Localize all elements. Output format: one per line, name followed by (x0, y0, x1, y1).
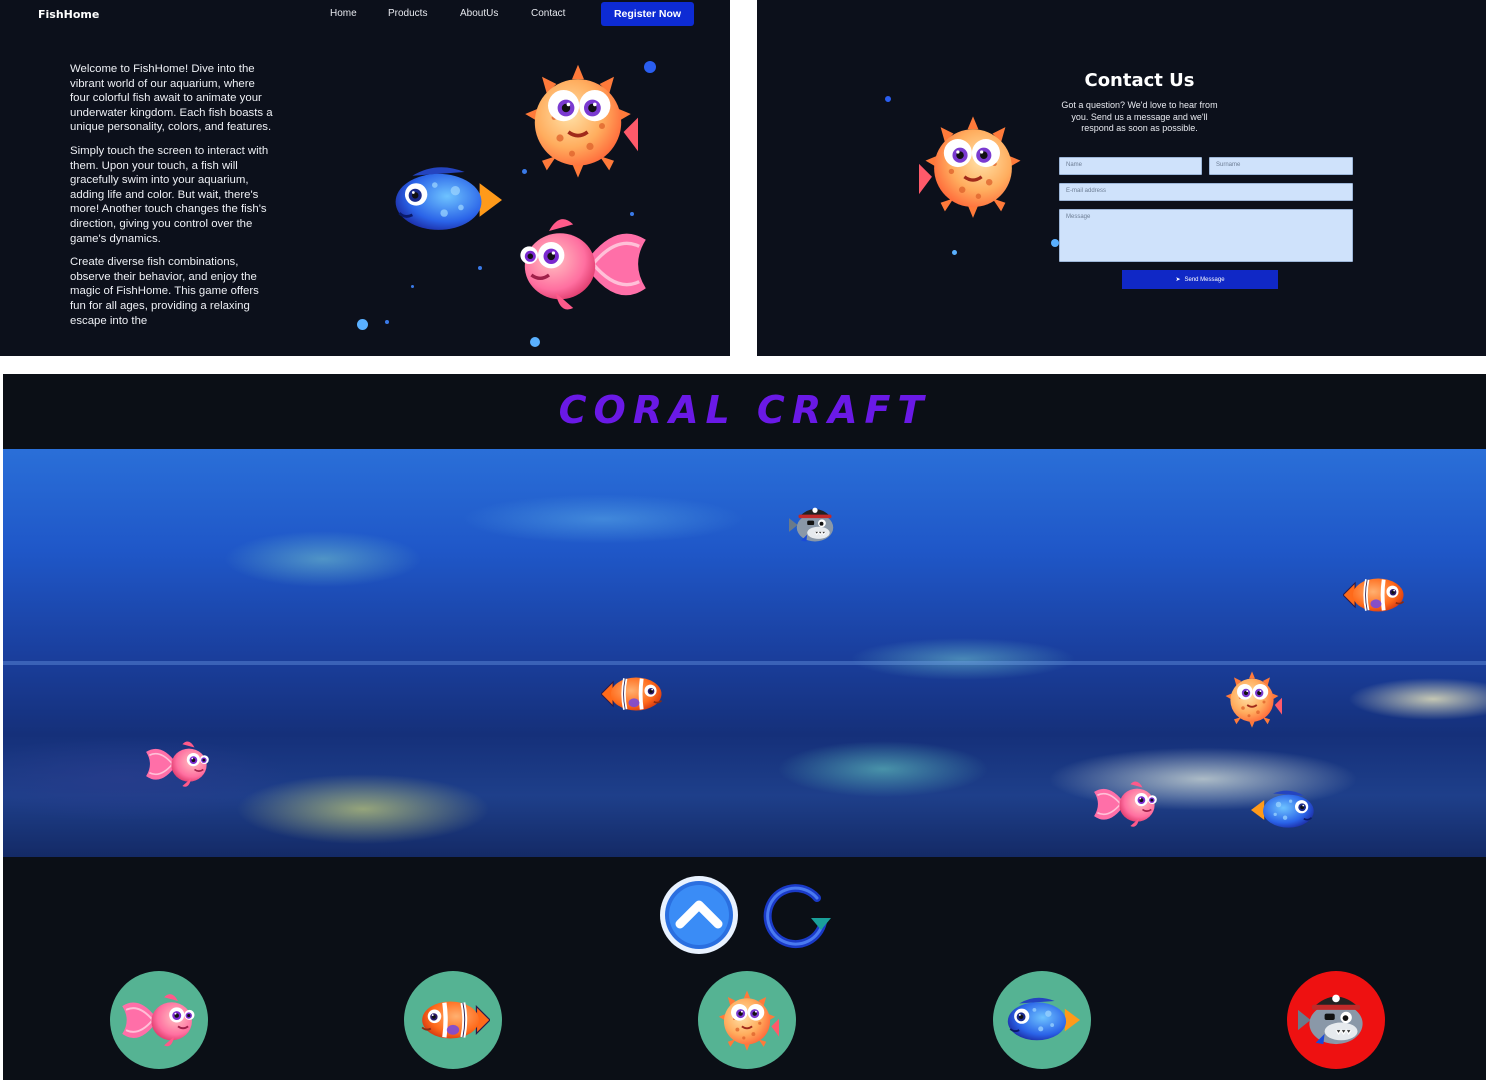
blue-tang-icon (390, 162, 502, 238)
register-now-button[interactable]: Register Now (601, 2, 694, 26)
pufferfish-icon (917, 112, 1029, 220)
intro-paragraph-1: Welcome to FishHome! Dive into the vibra… (70, 63, 273, 134)
send-message-label: Send Message (1184, 276, 1225, 283)
bubble (357, 319, 368, 330)
pick-clownfish-button[interactable] (404, 971, 502, 1069)
pirate-shark-icon[interactable] (789, 501, 841, 549)
nav-products[interactable]: Products (388, 8, 427, 19)
goldfish-icon (121, 988, 197, 1052)
water-streak (3, 661, 1486, 665)
intro-paragraph-3: Create diverse fish combinations, observ… (70, 256, 259, 327)
contact-title: Contact Us (1084, 70, 1195, 91)
blue-tang-icon (1004, 992, 1080, 1048)
goldfish-icon[interactable] (1093, 775, 1159, 833)
game-title: CORAL CRAFT (558, 388, 931, 432)
contact-panel: Contact Us Got a question? We'd love to … (757, 0, 1486, 356)
landing-panel: FishHome Home Products AboutUs Contact R… (0, 0, 730, 356)
bubble (385, 320, 389, 324)
bubble (885, 96, 891, 102)
pick-goldfish-button[interactable] (110, 971, 208, 1069)
brand-logo[interactable]: FishHome (38, 8, 99, 21)
bubble (478, 266, 482, 270)
pick-blue-tang-button[interactable] (993, 971, 1091, 1069)
clownfish-icon[interactable] (601, 665, 667, 723)
goldfish-icon[interactable] (145, 735, 211, 793)
pufferfish-icon (518, 60, 638, 180)
bubble (411, 285, 414, 288)
goldfish-icon (516, 208, 648, 320)
blue-tang-icon[interactable] (1251, 783, 1317, 837)
clownfish-icon (416, 992, 490, 1048)
clownfish-icon[interactable] (1343, 567, 1409, 623)
reset-button[interactable] (759, 878, 833, 952)
nav-aboutus[interactable]: AboutUs (460, 8, 498, 19)
bubble (522, 169, 527, 174)
intro-text: Welcome to FishHome! Dive into the vibra… (70, 62, 275, 337)
nav-contact[interactable]: Contact (531, 8, 565, 19)
pufferfish-icon (714, 988, 780, 1052)
bubble (530, 337, 540, 347)
surname-input[interactable]: Surname (1209, 157, 1353, 175)
message-textarea[interactable]: Message (1059, 209, 1353, 262)
swim-up-button[interactable] (658, 874, 740, 956)
game-panel: CORAL CRAFT (3, 374, 1486, 1080)
send-icon: ➤ (1175, 277, 1181, 283)
nav-home[interactable]: Home (330, 8, 357, 19)
bubble (630, 212, 634, 216)
bubble (1051, 239, 1059, 247)
bubble (952, 250, 957, 255)
send-message-button[interactable]: ➤ Send Message (1122, 270, 1278, 289)
pufferfish-icon[interactable] (1221, 669, 1283, 729)
intro-paragraph-2: Simply touch the screen to interact with… (70, 144, 269, 245)
contact-subtitle: Got a question? We'd love to hear from y… (1061, 100, 1218, 133)
pick-pirate-shark-button[interactable] (1287, 971, 1385, 1069)
pirate-shark-icon (1298, 987, 1374, 1053)
bubble (644, 61, 656, 73)
pick-pufferfish-button[interactable] (698, 971, 796, 1069)
name-input[interactable]: Name (1059, 157, 1202, 175)
email-input[interactable]: E-mail address (1059, 183, 1353, 201)
aquarium-scene[interactable] (3, 449, 1486, 857)
top-nav: FishHome Home Products AboutUs Contact R… (0, 0, 730, 28)
